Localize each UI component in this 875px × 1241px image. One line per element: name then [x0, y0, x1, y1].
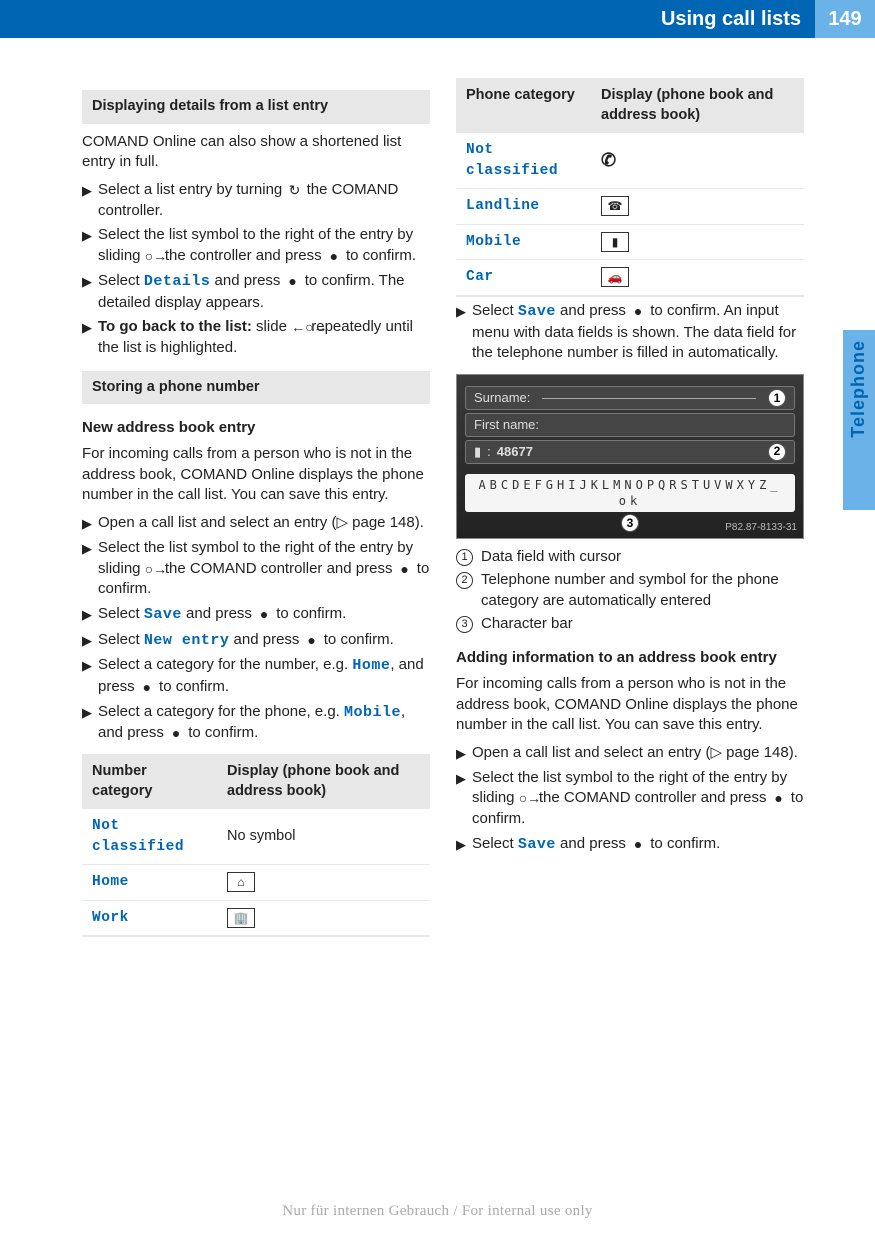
- cat-landline: Landline: [466, 198, 540, 214]
- mobile-icon: ▮: [601, 232, 629, 252]
- press-icon: ●: [285, 273, 301, 289]
- right-column: Phone categoryDisplay (phone book and ad…: [456, 78, 804, 941]
- ui-new-entry: New entry: [144, 632, 230, 649]
- callout-legend: 1 Data field with cursor 2 Telephone numbe…: [456, 547, 804, 634]
- input-screenshot: Surname: 1 First name: ▮: 48677 2 ABCDEF…: [456, 374, 804, 539]
- cat-home: Home: [92, 874, 129, 890]
- sec3-steps: ▶Open a call list and select an entry (▷…: [456, 743, 804, 855]
- character-bar: ABCDEFGHIJKLMNOPQRSTUVWXYZ_ ok: [465, 474, 795, 512]
- table-row: Car 🚗: [456, 260, 804, 296]
- ui-save: Save: [518, 303, 556, 320]
- sec2-intro: For incoming calls from a person who is …: [82, 444, 430, 505]
- step: Select the list symbol to the right of t…: [98, 538, 430, 600]
- callout-text: Character bar: [481, 614, 804, 634]
- step: Select Save and press ● to confirm.: [98, 604, 430, 626]
- home-icon: ⌂: [227, 872, 255, 892]
- number-category-table: Number categoryDisplay (phone book and a…: [82, 754, 430, 937]
- step: Select a list entry by turning ↻ the COM…: [98, 180, 430, 221]
- ui-mobile: Mobile: [344, 704, 401, 721]
- phone-category-table: Phone categoryDisplay (phone book and ad…: [456, 78, 804, 297]
- sub-new-entry: New address book entry: [82, 418, 430, 438]
- page-header: Using call lists 149: [0, 0, 875, 38]
- number-field: ▮: 48677 2: [465, 440, 795, 464]
- th: Phone category: [456, 78, 591, 133]
- th: Display (phone book and address book): [217, 754, 430, 809]
- side-tab-label: Telephone: [846, 340, 870, 438]
- section-storing: Storing a phone number: [82, 371, 430, 405]
- press-icon: ●: [256, 606, 272, 622]
- car-icon: 🚗: [601, 267, 629, 287]
- cell: No symbol: [217, 809, 430, 865]
- handset-icon: ✆: [601, 150, 616, 170]
- callout-text: Data field with cursor: [481, 547, 804, 567]
- ui-save: Save: [518, 836, 556, 853]
- cat-not-classified: Not classified: [92, 818, 184, 855]
- cat-work: Work: [92, 910, 129, 926]
- table-row: Work 🏢: [82, 900, 430, 936]
- sec2-steps: ▶Open a call list and select an entry (▷…: [82, 513, 430, 744]
- footer-watermark: Nur für internen Gebrauch / For internal…: [0, 1201, 875, 1221]
- turn-icon: ↻: [286, 182, 302, 198]
- press-icon: ●: [771, 790, 787, 806]
- slide-right-icon: ○→: [145, 561, 161, 577]
- page-number: 149: [815, 0, 875, 38]
- cat-car: Car: [466, 269, 494, 285]
- surname-field: Surname: 1: [465, 386, 795, 410]
- th: Display (phone book and address book): [591, 78, 804, 133]
- press-icon: ●: [397, 561, 413, 577]
- step: Select a category for the number, e.g. H…: [98, 655, 430, 697]
- ui-details: Details: [144, 273, 211, 290]
- firstname-field: First name:: [465, 413, 795, 437]
- step: Select New entry and press ● to confirm.: [98, 630, 430, 652]
- table-row: Home ⌂: [82, 865, 430, 901]
- callout-num-2: 2: [456, 572, 473, 589]
- press-icon: ●: [168, 725, 184, 741]
- screenshot-tag: P82.87-8133-31: [725, 521, 797, 535]
- sec3-intro: For incoming calls from a person who is …: [456, 674, 804, 735]
- slide-right-icon: ○→: [519, 790, 535, 806]
- sec1-steps: ▶Select a list entry by turning ↻ the CO…: [82, 180, 430, 359]
- press-icon: ●: [139, 679, 155, 695]
- callout-3-icon: 3: [621, 514, 639, 532]
- step: Select the list symbol to the right of t…: [98, 225, 430, 266]
- office-icon: 🏢: [227, 908, 255, 928]
- step: Select a category for the phone, e.g. Mo…: [98, 702, 430, 744]
- sec1-intro: COMAND Online can also show a shortened …: [82, 132, 430, 173]
- table-row: Landline ☎: [456, 189, 804, 225]
- press-icon: ●: [630, 836, 646, 852]
- callout-text: Telephone number and symbol for the phon…: [481, 570, 804, 611]
- callout-num-1: 1: [456, 549, 473, 566]
- table-row: Not classified No symbol: [82, 809, 430, 865]
- callout-2-icon: 2: [768, 443, 786, 461]
- slide-both-icon: ←○→: [291, 319, 307, 335]
- slide-right-icon: ○→: [145, 248, 161, 264]
- press-icon: ●: [326, 248, 342, 264]
- callout-1-icon: 1: [768, 389, 786, 407]
- press-icon: ●: [304, 632, 320, 648]
- ui-home: Home: [352, 657, 390, 674]
- ui-save: Save: [144, 606, 182, 623]
- step: Open a call list and select an entry (▷ …: [472, 743, 804, 764]
- landline-icon: ☎: [601, 196, 629, 216]
- section-displaying-details: Displaying details from a list entry: [82, 90, 430, 124]
- callout-num-3: 3: [456, 616, 473, 633]
- left-column: Displaying details from a list entry COM…: [82, 78, 430, 941]
- table-row: Not classified ✆: [456, 133, 804, 189]
- step: Select Details and press ● to confirm. T…: [98, 271, 430, 313]
- cat-not-classified: Not classified: [466, 142, 558, 179]
- cat-mobile: Mobile: [466, 234, 521, 250]
- step: Open a call list and select an entry (▷ …: [98, 513, 430, 534]
- step: Select Save and press ● to confirm.: [472, 834, 804, 856]
- step: To go back to the list: slide ←○→ repeat…: [98, 317, 430, 358]
- sub-adding-info: Adding information to an address book en…: [456, 648, 804, 668]
- table-row: Mobile ▮: [456, 224, 804, 260]
- th: Number category: [82, 754, 217, 809]
- right-step: ▶Select Save and press ● to confirm. An …: [456, 301, 804, 364]
- mobile-icon: ▮: [474, 443, 481, 461]
- step: Select the list symbol to the right of t…: [472, 768, 804, 830]
- header-title: Using call lists: [661, 6, 815, 33]
- press-icon: ●: [630, 303, 646, 319]
- step: Select Save and press ● to confirm. An i…: [472, 301, 804, 364]
